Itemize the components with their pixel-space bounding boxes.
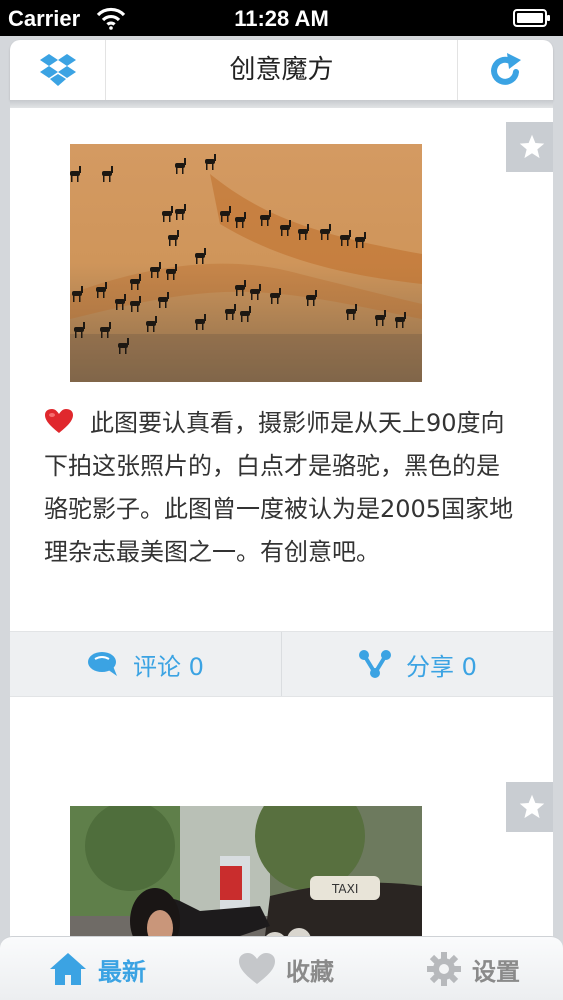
star-icon xyxy=(519,794,545,819)
app-window: 创意魔方 此图要认真看，摄影师是从天上90度向下拍这张照片的，白点才是骆驼，黑色… xyxy=(0,36,563,1000)
share-count-label: 分享 0 xyxy=(406,652,477,681)
tab-settings[interactable]: 设置 xyxy=(426,937,520,1000)
page-title: 创意魔方 xyxy=(229,55,334,85)
tab-bar: 最新 收藏 设置 xyxy=(0,936,563,1000)
home-icon xyxy=(50,953,86,985)
comment-count-label: 评论 0 xyxy=(133,652,204,681)
battery-icon xyxy=(513,9,550,27)
heart-icon xyxy=(239,953,275,984)
post-text-content: 此图要认真看，摄影师是从天上90度向下拍这张照片的，白点才是骆驼，黑色的是骆驼影… xyxy=(44,409,514,566)
woman-tuktuk-photo[interactable]: TAXI xyxy=(70,806,422,938)
tab-latest-label: 最新 xyxy=(98,957,146,986)
feed-card: 此图要认真看，摄影师是从天上90度向下拍这张照片的，白点才是骆驼，黑色的是骆驼影… xyxy=(10,108,553,703)
tab-favorites[interactable]: 收藏 xyxy=(238,937,334,1000)
camel-desert-photo[interactable] xyxy=(70,144,422,382)
share-icon xyxy=(359,650,392,678)
favorite-star-button[interactable] xyxy=(506,782,553,832)
tab-settings-label: 设置 xyxy=(472,957,520,986)
post-text: 此图要认真看，摄影师是从天上90度向下拍这张照片的，白点才是骆驼，黑色的是骆驼影… xyxy=(44,402,514,574)
star-icon xyxy=(519,134,545,159)
gear-icon xyxy=(427,952,461,986)
feed-card: TAXI xyxy=(10,748,553,938)
tab-latest[interactable]: 最新 xyxy=(48,937,146,1000)
svg-text:TAXI: TAXI xyxy=(331,882,358,896)
feed-list[interactable]: 此图要认真看，摄影师是从天上90度向下拍这张照片的，白点才是骆驼，黑色的是骆驼影… xyxy=(10,108,553,938)
favorite-star-button[interactable] xyxy=(506,122,553,172)
comment-icon xyxy=(88,652,118,676)
refresh-button[interactable] xyxy=(457,40,553,100)
refresh-icon xyxy=(490,53,521,85)
comment-button[interactable]: 评论 0 xyxy=(10,632,282,696)
dropbox-icon xyxy=(39,54,76,86)
post-actions: 评论 0 分享 0 xyxy=(10,631,553,697)
nav-divider xyxy=(10,100,553,108)
clock: 11:28 AM xyxy=(234,6,329,31)
share-button[interactable]: 分享 0 xyxy=(282,632,553,696)
status-bar: Carrier 11:28 AM xyxy=(0,0,563,36)
nav-bar: 创意魔方 xyxy=(10,40,553,100)
heart-emoji-icon xyxy=(45,409,73,433)
tab-favorites-label: 收藏 xyxy=(286,957,334,986)
dropbox-button[interactable] xyxy=(10,40,106,100)
